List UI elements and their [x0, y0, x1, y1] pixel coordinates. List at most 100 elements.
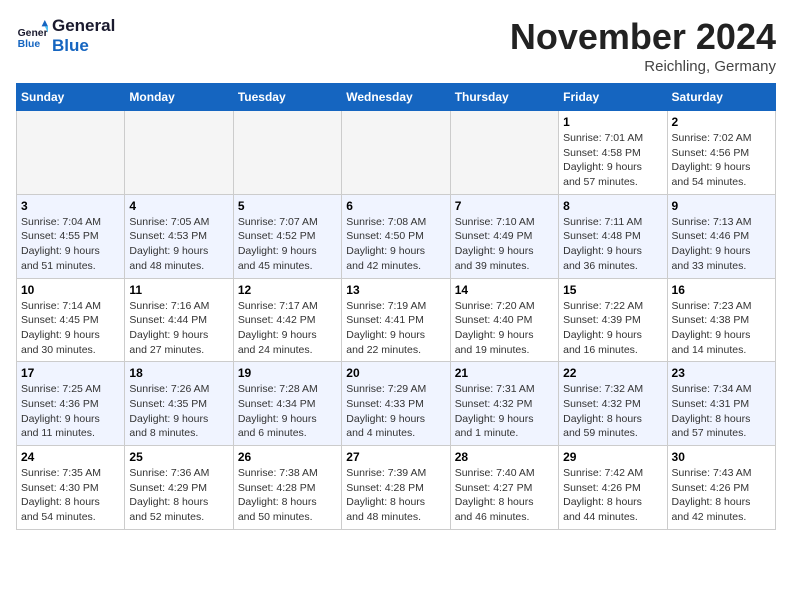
calendar-day-cell: 16Sunrise: 7:23 AMSunset: 4:38 PMDayligh…: [667, 278, 775, 362]
day-detail: Sunrise: 7:08 AMSunset: 4:50 PMDaylight:…: [346, 215, 445, 274]
day-number: 8: [563, 199, 662, 213]
calendar-day-cell: [17, 111, 125, 195]
calendar-week-row: 24Sunrise: 7:35 AMSunset: 4:30 PMDayligh…: [17, 446, 776, 530]
day-number: 30: [672, 450, 771, 464]
month-title: November 2024: [510, 16, 776, 58]
calendar-day-cell: 20 Sunrise: 7:29 AMSunset: 4:33 PMDayligh…: [342, 362, 450, 446]
calendar-day-cell: 1 Sunrise: 7:01 AMSunset: 4:58 PMDaylight…: [559, 111, 667, 195]
day-detail: Sunrise: 7:20 AMSunset: 4:40 PMDaylight:…: [455, 299, 554, 358]
day-detail: Sunrise: 7:16 AMSunset: 4:44 PMDaylight:…: [129, 299, 228, 358]
calendar-week-row: 1 Sunrise: 7:01 AMSunset: 4:58 PMDaylight…: [17, 111, 776, 195]
calendar-day-cell: 15 Sunrise: 7:22 AMSunset: 4:39 PMDayligh…: [559, 278, 667, 362]
day-number: 13: [346, 283, 445, 297]
day-number: 28: [455, 450, 554, 464]
calendar-day-header: Wednesday: [342, 84, 450, 111]
calendar-day-cell: 19 Sunrise: 7:28 AMSunset: 4:34 PMDayligh…: [233, 362, 341, 446]
calendar-day-cell: 5 Sunrise: 7:07 AMSunset: 4:52 PMDaylight…: [233, 194, 341, 278]
day-number: 17: [21, 366, 120, 380]
day-detail: Sunrise: 7:19 AMSunset: 4:41 PMDaylight:…: [346, 299, 445, 358]
day-detail: Sunrise: 7:25 AMSunset: 4:36 PMDaylight:…: [21, 382, 120, 441]
calendar-day-cell: [233, 111, 341, 195]
day-detail: Sunrise: 7:43 AMSunset: 4:26 PMDaylight:…: [672, 466, 771, 525]
day-number: 11: [129, 283, 228, 297]
day-detail: Sunrise: 7:13 AMSunset: 4:46 PMDaylight:…: [672, 215, 771, 274]
day-detail: Sunrise: 7:01 AMSunset: 4:58 PMDaylight:…: [563, 131, 662, 190]
day-detail: Sunrise: 7:36 AMSunset: 4:29 PMDaylight:…: [129, 466, 228, 525]
calendar-day-cell: [125, 111, 233, 195]
page-header: General Blue General Blue November 2024 …: [16, 16, 776, 75]
day-detail: Sunrise: 7:22 AMSunset: 4:39 PMDaylight:…: [563, 299, 662, 358]
day-detail: Sunrise: 7:32 AMSunset: 4:32 PMDaylight:…: [563, 382, 662, 441]
svg-text:Blue: Blue: [18, 39, 41, 50]
calendar-day-cell: 8 Sunrise: 7:11 AMSunset: 4:48 PMDaylight…: [559, 194, 667, 278]
day-detail: Sunrise: 7:23 AMSunset: 4:38 PMDaylight:…: [672, 299, 771, 358]
calendar-table: SundayMondayTuesdayWednesdayThursdayFrid…: [16, 83, 776, 530]
calendar-day-cell: 24Sunrise: 7:35 AMSunset: 4:30 PMDayligh…: [17, 446, 125, 530]
calendar-header-row: SundayMondayTuesdayWednesdayThursdayFrid…: [17, 84, 776, 111]
day-detail: Sunrise: 7:39 AMSunset: 4:28 PMDaylight:…: [346, 466, 445, 525]
calendar-day-cell: 30 Sunrise: 7:43 AMSunset: 4:26 PMDayligh…: [667, 446, 775, 530]
day-number: 26: [238, 450, 337, 464]
calendar-day-cell: 28 Sunrise: 7:40 AMSunset: 4:27 PMDayligh…: [450, 446, 558, 530]
calendar-day-cell: 21Sunrise: 7:31 AMSunset: 4:32 PMDayligh…: [450, 362, 558, 446]
day-number: 25: [129, 450, 228, 464]
day-detail: Sunrise: 7:11 AMSunset: 4:48 PMDaylight:…: [563, 215, 662, 274]
logo: General Blue General Blue: [16, 16, 115, 55]
day-detail: Sunrise: 7:26 AMSunset: 4:35 PMDaylight:…: [129, 382, 228, 441]
calendar-day-cell: 25 Sunrise: 7:36 AMSunset: 4:29 PMDayligh…: [125, 446, 233, 530]
day-number: 5: [238, 199, 337, 213]
calendar-day-cell: 27Sunrise: 7:39 AMSunset: 4:28 PMDayligh…: [342, 446, 450, 530]
calendar-day-header: Friday: [559, 84, 667, 111]
location: Reichling, Germany: [510, 58, 776, 75]
day-number: 1: [563, 115, 662, 129]
day-number: 20: [346, 366, 445, 380]
calendar-day-cell: 2Sunrise: 7:02 AMSunset: 4:56 PMDaylight…: [667, 111, 775, 195]
day-number: 15: [563, 283, 662, 297]
calendar-day-cell: [342, 111, 450, 195]
calendar-week-row: 17 Sunrise: 7:25 AMSunset: 4:36 PMDayligh…: [17, 362, 776, 446]
day-detail: Sunrise: 7:29 AMSunset: 4:33 PMDaylight:…: [346, 382, 445, 441]
calendar-day-cell: 22Sunrise: 7:32 AMSunset: 4:32 PMDayligh…: [559, 362, 667, 446]
calendar-day-cell: 12 Sunrise: 7:17 AMSunset: 4:42 PMDayligh…: [233, 278, 341, 362]
calendar-day-cell: 14Sunrise: 7:20 AMSunset: 4:40 PMDayligh…: [450, 278, 558, 362]
calendar-day-header: Sunday: [17, 84, 125, 111]
day-detail: Sunrise: 7:34 AMSunset: 4:31 PMDaylight:…: [672, 382, 771, 441]
calendar-day-cell: 18 Sunrise: 7:26 AMSunset: 4:35 PMDayligh…: [125, 362, 233, 446]
day-number: 23: [672, 366, 771, 380]
day-detail: Sunrise: 7:38 AMSunset: 4:28 PMDaylight:…: [238, 466, 337, 525]
calendar-day-cell: 10 Sunrise: 7:14 AMSunset: 4:45 PMDayligh…: [17, 278, 125, 362]
calendar-day-cell: 29 Sunrise: 7:42 AMSunset: 4:26 PMDayligh…: [559, 446, 667, 530]
day-number: 2: [672, 115, 771, 129]
day-detail: Sunrise: 7:14 AMSunset: 4:45 PMDaylight:…: [21, 299, 120, 358]
title-block: November 2024 Reichling, Germany: [510, 16, 776, 75]
day-detail: Sunrise: 7:31 AMSunset: 4:32 PMDaylight:…: [455, 382, 554, 441]
day-detail: Sunrise: 7:28 AMSunset: 4:34 PMDaylight:…: [238, 382, 337, 441]
calendar-day-header: Monday: [125, 84, 233, 111]
day-detail: Sunrise: 7:10 AMSunset: 4:49 PMDaylight:…: [455, 215, 554, 274]
calendar-day-cell: 4 Sunrise: 7:05 AMSunset: 4:53 PMDaylight…: [125, 194, 233, 278]
day-number: 18: [129, 366, 228, 380]
day-number: 10: [21, 283, 120, 297]
day-number: 12: [238, 283, 337, 297]
day-detail: Sunrise: 7:07 AMSunset: 4:52 PMDaylight:…: [238, 215, 337, 274]
calendar-week-row: 10 Sunrise: 7:14 AMSunset: 4:45 PMDayligh…: [17, 278, 776, 362]
calendar-day-cell: 9 Sunrise: 7:13 AMSunset: 4:46 PMDaylight…: [667, 194, 775, 278]
calendar-day-header: Tuesday: [233, 84, 341, 111]
day-detail: Sunrise: 7:17 AMSunset: 4:42 PMDaylight:…: [238, 299, 337, 358]
calendar-day-cell: 11 Sunrise: 7:16 AMSunset: 4:44 PMDayligh…: [125, 278, 233, 362]
day-detail: Sunrise: 7:40 AMSunset: 4:27 PMDaylight:…: [455, 466, 554, 525]
day-detail: Sunrise: 7:42 AMSunset: 4:26 PMDaylight:…: [563, 466, 662, 525]
calendar-day-cell: 3Sunrise: 7:04 AMSunset: 4:55 PMDaylight…: [17, 194, 125, 278]
day-detail: Sunrise: 7:04 AMSunset: 4:55 PMDaylight:…: [21, 215, 120, 274]
day-number: 4: [129, 199, 228, 213]
day-number: 19: [238, 366, 337, 380]
day-number: 29: [563, 450, 662, 464]
calendar-day-cell: 17 Sunrise: 7:25 AMSunset: 4:36 PMDayligh…: [17, 362, 125, 446]
day-number: 9: [672, 199, 771, 213]
day-detail: Sunrise: 7:35 AMSunset: 4:30 PMDaylight:…: [21, 466, 120, 525]
day-detail: Sunrise: 7:05 AMSunset: 4:53 PMDaylight:…: [129, 215, 228, 274]
day-number: 7: [455, 199, 554, 213]
day-number: 6: [346, 199, 445, 213]
calendar-day-cell: [450, 111, 558, 195]
calendar-day-header: Thursday: [450, 84, 558, 111]
